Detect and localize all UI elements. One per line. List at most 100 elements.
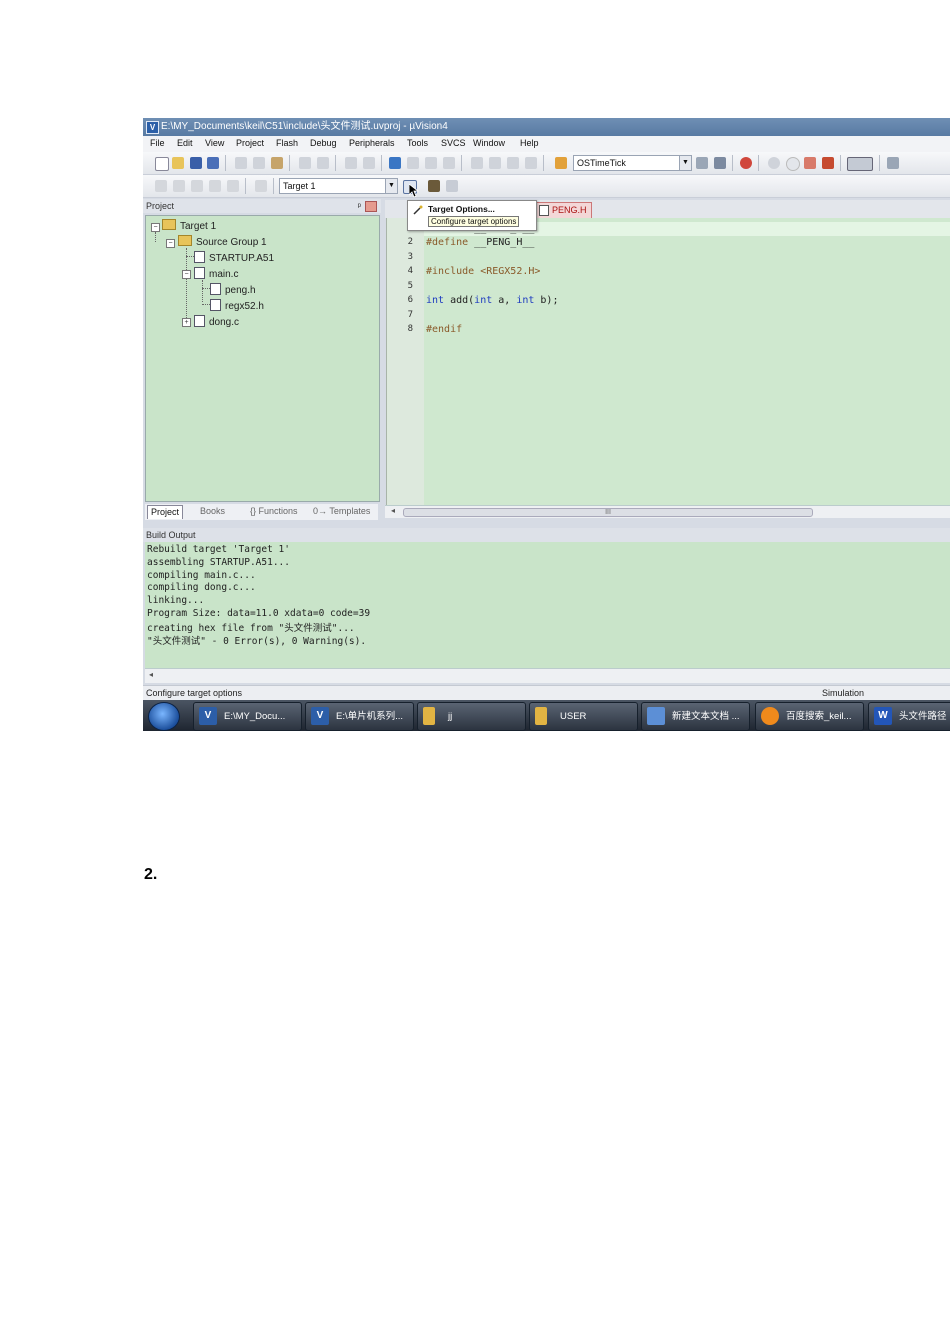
clear-bookmarks-icon[interactable] <box>443 157 455 169</box>
taskbar-item[interactable]: 百度搜索_keil... <box>755 702 864 731</box>
tree-file-regx52[interactable]: regx52.h <box>210 299 264 312</box>
undo-icon[interactable] <box>299 157 311 169</box>
collapse-icon[interactable]: − <box>182 270 191 279</box>
scroll-left-icon[interactable]: ◂ <box>149 670 153 679</box>
target-select[interactable]: Target 1 ▼ <box>279 178 398 194</box>
build-output-line: Program Size: data=11.0 xdata=0 code=39 <box>147 608 371 619</box>
save-all-icon[interactable] <box>207 157 219 169</box>
menu-svcs[interactable]: SVCS <box>441 138 466 148</box>
translate-icon[interactable] <box>155 180 167 192</box>
menu-edit[interactable]: Edit <box>177 138 193 148</box>
unindent-icon[interactable] <box>489 157 501 169</box>
paste-icon[interactable] <box>271 157 283 169</box>
menu-project[interactable]: Project <box>236 138 264 148</box>
cut-icon[interactable] <box>235 157 247 169</box>
scroll-left-icon[interactable]: ◂ <box>391 506 395 515</box>
menu-window[interactable]: Window <box>473 138 505 148</box>
configure-icon[interactable] <box>887 157 899 169</box>
tree-file-peng[interactable]: peng.h <box>210 283 256 296</box>
chevron-down-icon[interactable]: ▼ <box>679 156 691 170</box>
menu-flash[interactable]: Flash <box>276 138 298 148</box>
incremental-find-icon[interactable] <box>714 157 726 169</box>
line-number: 5 <box>407 281 413 291</box>
chevron-down-icon[interactable]: ▼ <box>385 179 397 193</box>
editor-horizontal-scrollbar[interactable]: ◂ III <box>385 505 950 518</box>
tree-target[interactable]: Target 1 <box>162 219 216 232</box>
menu-tools[interactable]: Tools <box>407 138 428 148</box>
prev-bookmark-icon[interactable] <box>407 157 419 169</box>
rebuild-icon[interactable] <box>191 180 203 192</box>
mouse-cursor-icon <box>409 184 419 198</box>
taskbar-item[interactable]: 新建文本文档 ... <box>641 702 750 731</box>
status-message: Configure target options <box>146 688 243 698</box>
menu-debug[interactable]: Debug <box>310 138 337 148</box>
build-output-pane[interactable]: Rebuild target 'Target 1' assembling STA… <box>145 542 950 668</box>
taskbar-item-label: E:\单片机系列... <box>336 711 404 722</box>
folder-icon <box>178 235 192 246</box>
tree-source-group[interactable]: Source Group 1 <box>178 235 267 248</box>
tab-books[interactable]: Books <box>197 505 228 518</box>
code-line: int add(int a, int b); <box>426 295 559 306</box>
bookmark-icon[interactable] <box>389 157 401 169</box>
debug-session-icon[interactable] <box>740 157 752 169</box>
tab-peng-h[interactable]: PENG.H <box>535 202 592 218</box>
tree-file-dong[interactable]: dong.c <box>194 315 239 328</box>
comment-icon[interactable] <box>507 157 519 169</box>
nav-forward-icon[interactable] <box>363 157 375 169</box>
taskbar-item[interactable]: USER <box>529 702 638 731</box>
select-packs-icon[interactable] <box>446 180 458 192</box>
uncomment-icon[interactable] <box>525 157 537 169</box>
kill-all-breakpoints-icon[interactable] <box>822 157 834 169</box>
find-icon[interactable] <box>696 157 708 169</box>
tab-project[interactable]: Project <box>147 505 184 519</box>
menu-view[interactable]: View <box>205 138 224 148</box>
save-icon[interactable] <box>190 157 202 169</box>
project-tree: − Target 1 − Source Group 1 STARTUP.A51 … <box>145 215 380 502</box>
line-number: 6 <box>407 295 413 305</box>
close-icon[interactable] <box>365 201 377 212</box>
collapse-icon[interactable]: − <box>166 239 175 248</box>
download-icon[interactable] <box>255 180 267 192</box>
tree-file-startup[interactable]: STARTUP.A51 <box>194 251 274 264</box>
taskbar-item[interactable]: jj <box>417 702 526 731</box>
taskbar-item[interactable]: V E:\单片机系列... <box>305 702 414 731</box>
word-icon: W <box>874 707 892 725</box>
open-file-icon[interactable] <box>172 157 184 169</box>
collapse-icon[interactable]: − <box>151 223 160 232</box>
find-in-files-icon[interactable] <box>555 157 567 169</box>
next-bookmark-icon[interactable] <box>425 157 437 169</box>
build-icon[interactable] <box>173 180 185 192</box>
pin-icon[interactable]: ᵖ <box>358 199 361 213</box>
expand-icon[interactable]: + <box>182 318 191 327</box>
taskbar-item[interactable]: V E:\MY_Docu... <box>193 702 302 731</box>
kill-breakpoints-icon[interactable] <box>804 157 816 169</box>
menu-file[interactable]: File <box>150 138 165 148</box>
disable-breakpoint-icon[interactable] <box>786 157 800 171</box>
tab-templates[interactable]: 0→ Templates <box>310 505 373 518</box>
scroll-thumb[interactable]: III <box>403 508 813 517</box>
build-output-scrollbar[interactable]: ◂ <box>145 668 950 683</box>
batch-build-icon[interactable] <box>209 180 221 192</box>
editor-tab-label: PENG.H <box>552 205 587 215</box>
redo-icon[interactable] <box>317 157 329 169</box>
indent-icon[interactable] <box>471 157 483 169</box>
menu-peripherals[interactable]: Peripherals <box>349 138 395 148</box>
breakpoint-icon[interactable] <box>768 157 780 169</box>
build-output-header: Build Output <box>143 528 950 542</box>
start-button-icon[interactable] <box>148 702 180 731</box>
tree-target-label: Target 1 <box>180 221 217 232</box>
menu-help[interactable]: Help <box>520 138 539 148</box>
manage-components-icon[interactable] <box>428 180 440 192</box>
tree-file-label: regx52.h <box>225 301 264 312</box>
uvision-icon: V <box>311 707 329 725</box>
code-editor[interactable]: #ifndef __PENG_H__ #define __PENG_H__ #i… <box>424 218 950 505</box>
taskbar-item[interactable]: W 头文件路径 <box>868 702 950 731</box>
find-combo[interactable]: OSTimeTick ▼ <box>573 155 692 171</box>
tree-file-main[interactable]: main.c <box>194 267 238 280</box>
stop-build-icon[interactable] <box>227 180 239 192</box>
copy-icon[interactable] <box>253 157 265 169</box>
nav-back-icon[interactable] <box>345 157 357 169</box>
window-layout-icon[interactable] <box>847 157 873 171</box>
tab-functions[interactable]: {} Functions <box>247 505 301 518</box>
new-file-icon[interactable] <box>155 157 169 171</box>
